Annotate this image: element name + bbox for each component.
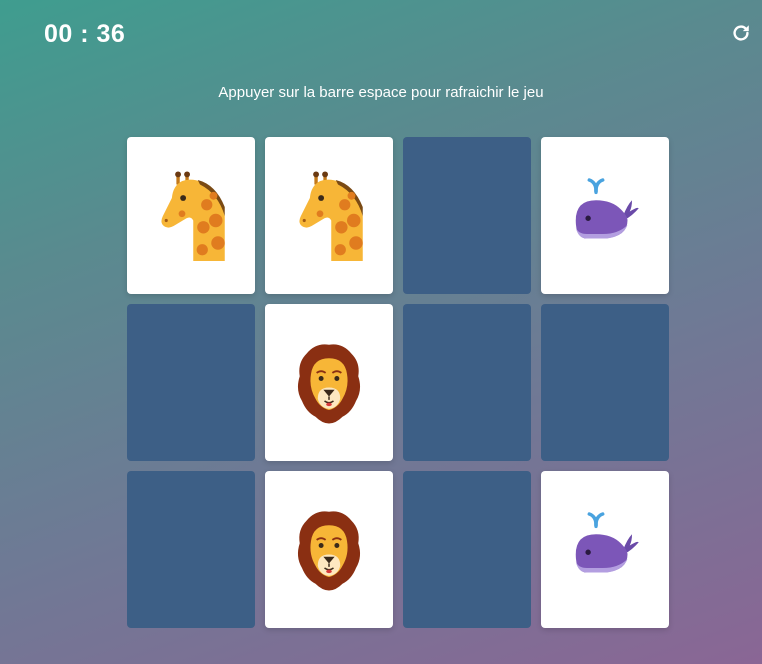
game-timer: 00 : 36 (44, 20, 126, 48)
card-giraffe[interactable] (265, 137, 393, 294)
card-grid (127, 137, 669, 628)
card-whale[interactable] (541, 471, 669, 628)
card-face-down[interactable] (541, 304, 669, 461)
card-giraffe[interactable] (127, 137, 255, 294)
card-lion[interactable] (265, 471, 393, 628)
card-face-down[interactable] (127, 304, 255, 461)
lion-icon (291, 505, 367, 595)
whale-icon (567, 505, 643, 595)
card-face-down[interactable] (403, 304, 531, 461)
whale-icon (567, 171, 643, 261)
card-face-down[interactable] (127, 471, 255, 628)
card-face-down[interactable] (403, 137, 531, 294)
refresh-hint: Appuyer sur la barre espace pour rafraic… (218, 84, 544, 101)
refresh-icon[interactable] (730, 22, 752, 44)
lion-icon (291, 338, 367, 428)
card-whale[interactable] (541, 137, 669, 294)
giraffe-icon (153, 170, 229, 261)
giraffe-icon (291, 170, 367, 261)
card-face-down[interactable] (403, 471, 531, 628)
card-lion[interactable] (265, 304, 393, 461)
